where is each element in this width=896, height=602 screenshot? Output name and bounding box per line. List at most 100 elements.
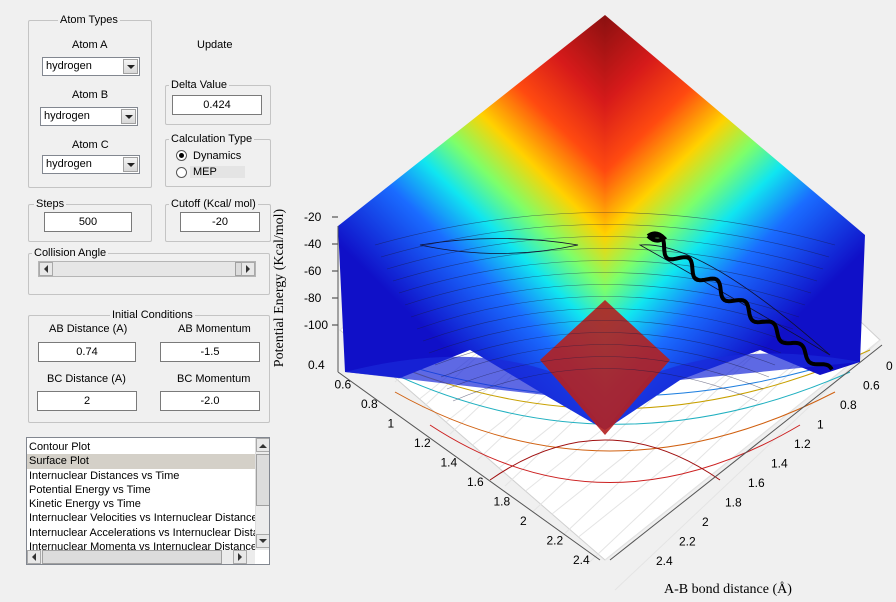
z-tick-label: -60 (304, 264, 322, 278)
plot-type-list[interactable]: Contour Plot Surface Plot Internuclear Dis… (26, 437, 270, 565)
floor-gridline (367, 105, 633, 357)
surface-contour (428, 320, 782, 354)
valley-left (345, 356, 605, 430)
surface-contour (440, 344, 770, 378)
atom-b-value: hydrogen (44, 110, 90, 122)
well-contour-left (419, 238, 579, 254)
left-axis-tick-label: 2 (520, 514, 527, 528)
chevron-down-icon[interactable] (123, 59, 138, 74)
left-axis-tick-label: 1 (388, 417, 395, 431)
floor-gridline (449, 183, 716, 435)
floor-gridline (394, 131, 661, 383)
left-axis-tick-label: 2.2 (547, 534, 564, 548)
valley-right (605, 353, 860, 430)
left-axis-tick-label: 2.4 (573, 553, 590, 567)
dynamics-radio[interactable] (176, 150, 187, 161)
scroll-thumb[interactable] (256, 454, 269, 506)
cutoff-label: Cutoff (Kcal/ mol) (169, 198, 258, 210)
scroll-down-icon[interactable] (256, 534, 269, 548)
right-axis-line (609, 344, 883, 561)
floor-gridline (392, 155, 669, 377)
collision-angle-label: Collision Angle (32, 247, 109, 259)
right-axis-tick-label: 0.6 (863, 379, 880, 393)
left-axis-tick-label: 0.4 (308, 358, 325, 372)
atom-c-value: hydrogen (46, 158, 92, 170)
right-axis-tick-label: 0 (886, 359, 893, 373)
surface-contour (380, 224, 830, 258)
floor-gridline (472, 224, 748, 446)
left-axis-tick-label: 0.6 (335, 378, 352, 392)
chevron-down-icon[interactable] (121, 109, 136, 124)
floor-contour (429, 424, 801, 483)
right-axis-tick-label: 2.4 (656, 554, 673, 568)
hscroll-thumb[interactable] (42, 550, 222, 564)
left-axis-line (337, 371, 601, 561)
surface-left-wing (338, 15, 605, 430)
right-axis-tick-label: 1.4 (771, 457, 788, 471)
update-button[interactable]: Update (197, 39, 232, 51)
scroll-up-icon[interactable] (256, 438, 269, 452)
plot-list-item[interactable]: Kinetic Energy vs Time (27, 497, 255, 511)
surface-contour (374, 212, 836, 246)
plot-list-item[interactable]: Internuclear Accelerations vs Internucle… (27, 526, 255, 540)
right-axis-tick-label: 1 (817, 418, 824, 432)
slider-right-arrow-icon[interactable] (241, 262, 255, 276)
energy-surface (338, 15, 865, 435)
floor-contour (349, 344, 871, 410)
floor-gridline (498, 247, 775, 469)
trajectory-line (649, 233, 834, 371)
plot-list-item[interactable]: Internuclear Distances vs Time (27, 469, 255, 483)
delta-value-input[interactable]: 0.424 (172, 95, 262, 115)
ab-distance-label: AB Distance (A) (49, 323, 128, 335)
axis-ticks: -20-40-60-80-1000.40.60.811.21.41.61.822… (304, 210, 893, 568)
floor-gridline (587, 313, 853, 565)
ab-momentum-label: AB Momentum (178, 323, 251, 335)
list-vertical-scrollbar[interactable] (255, 438, 269, 550)
chevron-down-icon[interactable] (123, 157, 138, 172)
calculation-type-title: Calculation Type (169, 133, 255, 145)
surface-contour (422, 308, 788, 342)
floor-gridline (422, 157, 688, 409)
right-axis-tick-label: 2.2 (679, 535, 696, 549)
floor-contour (374, 364, 851, 425)
floor-gridline (366, 132, 642, 354)
plot-list-item[interactable]: Contour Plot (27, 440, 255, 454)
cutoff-input[interactable]: -20 (180, 212, 260, 232)
surface-contour (452, 368, 758, 402)
surface-contour (386, 236, 824, 270)
floor-gridline (559, 287, 826, 539)
bc-distance-input[interactable]: 2 (37, 391, 137, 411)
scroll-right-icon[interactable] (233, 550, 247, 564)
slider-left-arrow-icon[interactable] (39, 262, 53, 276)
atom-a-label: Atom A (72, 39, 108, 51)
z-axis-label: Potential Energy (Kcal/mol) (272, 208, 287, 368)
right-axis-tick-label: 1.8 (725, 496, 742, 510)
atom-c-select[interactable]: hydrogen (42, 155, 140, 174)
plot-list-item[interactable]: Surface Plot (27, 454, 255, 469)
surface-contour (410, 284, 800, 318)
surface-contour (398, 260, 812, 294)
collision-angle-slider[interactable] (38, 261, 256, 277)
scroll-left-icon[interactable] (27, 550, 41, 564)
well-contour-right (638, 244, 831, 356)
z-tick-label: -40 (304, 237, 322, 251)
ab-momentum-input[interactable]: -1.5 (160, 342, 260, 362)
atom-c-label: Atom C (72, 139, 109, 151)
floor-gridline (419, 178, 695, 400)
mep-radio[interactable] (176, 167, 187, 178)
bc-momentum-label: BC Momentum (177, 373, 251, 385)
steps-input[interactable]: 500 (44, 212, 132, 232)
list-horizontal-scrollbar[interactable] (27, 550, 255, 564)
ab-distance-input[interactable]: 0.74 (38, 342, 136, 362)
bc-momentum-input[interactable]: -2.0 (160, 391, 260, 411)
right-axis-tick-label: 2 (702, 515, 709, 529)
floor-gridline (477, 209, 743, 461)
floor-gridline (339, 109, 616, 331)
atom-a-select[interactable]: hydrogen (42, 57, 140, 76)
plot-list-item[interactable]: Potential Energy vs Time (27, 483, 255, 497)
plot-list-item[interactable]: Internuclear Velocities vs Internuclear … (27, 511, 255, 525)
surface-right-wing (605, 15, 865, 430)
atom-types-title: Atom Types (58, 14, 120, 26)
z-tick-label: -100 (304, 318, 328, 332)
atom-b-select[interactable]: hydrogen (40, 107, 138, 126)
